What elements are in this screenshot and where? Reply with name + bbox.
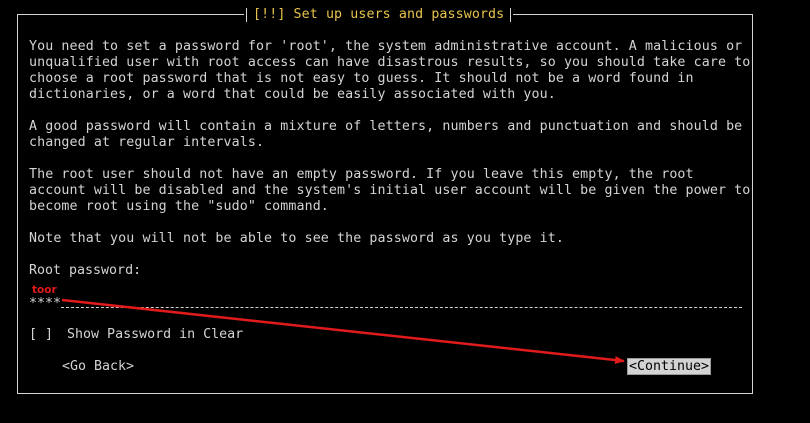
show-password-label: Show Password in Clear: [67, 327, 244, 342]
password-masked-value: ****: [29, 296, 62, 311]
root-password-label: Root password:: [29, 263, 142, 278]
empty-password-paragraph: The root user should not have an empty p…: [29, 167, 751, 214]
dialog-title: [!!] Set up users and passwords: [253, 7, 505, 22]
go-back-button[interactable]: <Go Back>: [61, 359, 135, 374]
show-password-checkbox[interactable]: [ ]: [29, 327, 53, 343]
continue-button[interactable]: <Continue>: [626, 358, 712, 375]
title-left-tick: [246, 8, 247, 22]
dialog-title-bar: [!!] Set up users and passwords: [244, 6, 514, 24]
root-password-input[interactable]: ****: [29, 297, 742, 313]
root-password-intro-paragraph: You need to set a password for 'root', t…: [29, 39, 751, 102]
show-password-toggle[interactable]: [ ] Show Password in Clear: [29, 327, 243, 343]
hidden-typing-note: Note that you will not be able to see th…: [29, 231, 564, 246]
good-password-paragraph: A good password will contain a mixture o…: [29, 119, 743, 150]
title-right-tick: [510, 8, 512, 22]
annotation-password-hint: toor: [32, 284, 57, 296]
password-input-underline: [61, 297, 742, 308]
